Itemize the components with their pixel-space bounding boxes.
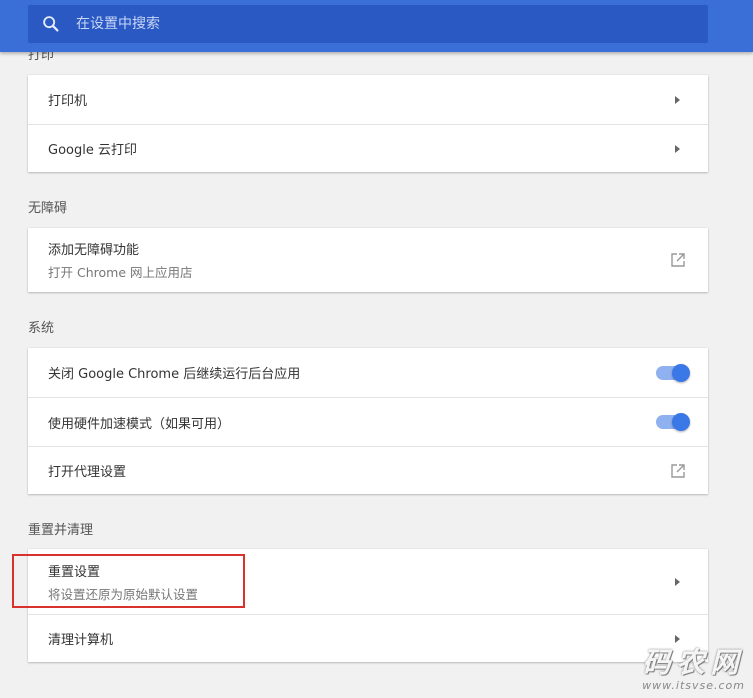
search-input[interactable]	[74, 15, 638, 33]
add-accessibility-row[interactable]: 添加无障碍功能 打开 Chrome 网上应用店	[28, 228, 708, 292]
settings-header	[0, 0, 753, 52]
background-apps-row[interactable]: 关闭 Google Chrome 后继续运行后台应用	[28, 348, 708, 397]
open-in-new-icon	[671, 463, 685, 478]
chevron-right-icon	[675, 144, 680, 153]
clean-computer-label: 清理计算机	[48, 633, 114, 648]
watermark-logo-text: 码农网	[642, 646, 745, 679]
hardware-acceleration-toggle[interactable]	[656, 413, 690, 431]
section-title-accessibility: 无障碍	[28, 201, 68, 216]
highlight-annotation-box	[12, 554, 245, 608]
section-title-reset: 重置并清理	[28, 523, 94, 538]
add-accessibility-label: 添加无障碍功能	[48, 243, 140, 258]
add-accessibility-sublabel: 打开 Chrome 网上应用店	[48, 265, 193, 280]
search-icon	[43, 16, 59, 32]
print-card: 打印机 Google 云打印	[28, 75, 708, 172]
hardware-acceleration-row[interactable]: 使用硬件加速模式（如果可用）	[28, 397, 708, 446]
proxy-settings-label: 打开代理设置	[48, 465, 127, 480]
search-box[interactable]	[28, 5, 708, 43]
cloud-print-row[interactable]: Google 云打印	[28, 124, 708, 172]
hardware-acceleration-label: 使用硬件加速模式（如果可用）	[48, 416, 231, 432]
background-apps-label: 关闭 Google Chrome 后继续运行后台应用	[48, 367, 301, 382]
section-title-system: 系统	[28, 321, 55, 336]
printers-label: 打印机	[48, 94, 88, 109]
proxy-settings-row[interactable]: 打开代理设置	[28, 446, 708, 494]
chevron-right-icon	[675, 95, 680, 104]
clean-computer-row[interactable]: 清理计算机	[28, 614, 708, 662]
watermark-url: www.itsvse.com	[642, 679, 745, 692]
background-apps-toggle[interactable]	[656, 363, 690, 382]
printers-row[interactable]: 打印机	[28, 75, 708, 124]
chevron-right-icon	[675, 577, 680, 586]
system-card: 关闭 Google Chrome 后继续运行后台应用 使用硬件加速模式（如果可用…	[28, 348, 708, 494]
watermark: 码农网 www.itsvse.com	[642, 641, 745, 692]
open-in-new-icon	[671, 253, 685, 267]
accessibility-card: 添加无障碍功能 打开 Chrome 网上应用店	[28, 228, 708, 292]
cloud-print-label: Google 云打印	[48, 143, 137, 158]
